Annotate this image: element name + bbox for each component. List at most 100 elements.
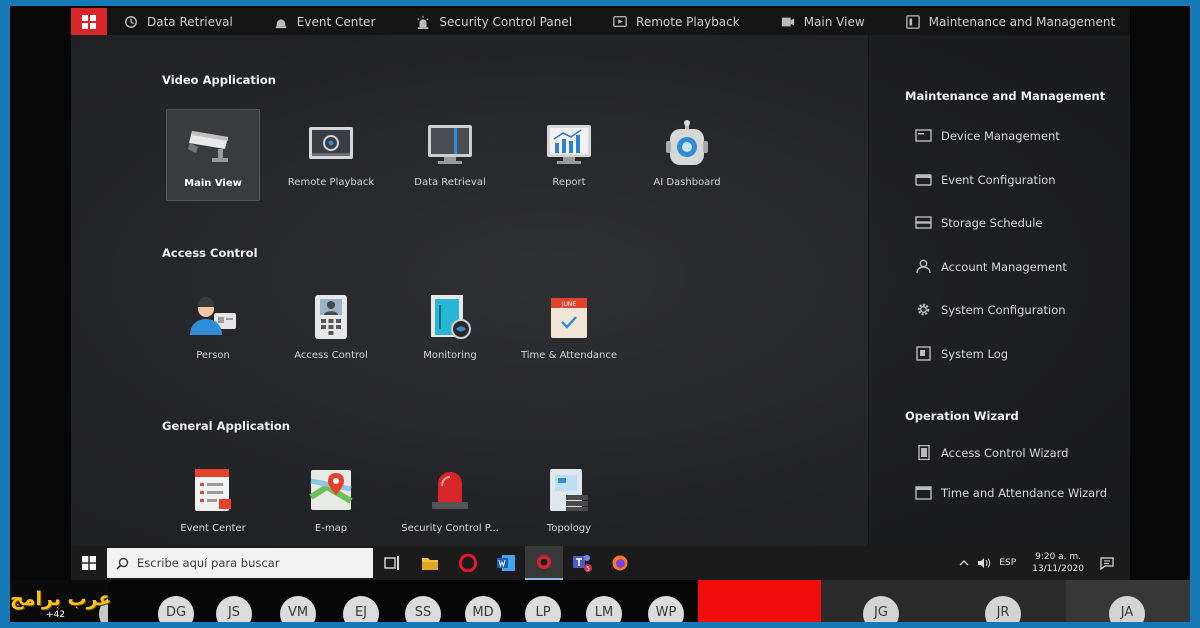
calendar-small-icon	[915, 486, 932, 500]
tile-time-attendance[interactable]: JUNE Time & Attendance	[520, 282, 618, 374]
tile-monitoring[interactable]: Monitoring	[403, 282, 497, 374]
avatar-initials: WP	[655, 605, 677, 620]
speaker-icon[interactable]	[977, 557, 991, 569]
alarm-icon	[275, 18, 287, 28]
menu-item-label: Storage Schedule	[941, 215, 1043, 230]
tile-remote-playback[interactable]: Remote Playback	[284, 109, 378, 201]
taskbar-file-explorer[interactable]	[411, 546, 449, 580]
tile-person[interactable]: Person	[166, 282, 260, 374]
storage-icon	[915, 216, 932, 229]
menu-item-storage-schedule[interactable]: Storage Schedule	[915, 215, 1043, 230]
clock-date: 13/11/2020	[1032, 564, 1084, 574]
tile-ai-dashboard[interactable]: AI Dashboard	[640, 109, 734, 201]
tab-maintenance[interactable]: Maintenance and Management	[905, 14, 1115, 29]
tab-event-center[interactable]: Event Center	[273, 15, 375, 29]
menu-item-label: Account Management	[941, 259, 1067, 274]
taskbar-firefox[interactable]	[601, 546, 639, 580]
calendar-month-text: JUNE	[561, 301, 577, 308]
os-taskbar: Escribe aquí para buscar 5 ESP 9:20 a. m…	[71, 546, 1130, 580]
tile-label: Event Center	[180, 523, 246, 534]
tab-data-retrieval[interactable]: Data Retrieval	[123, 15, 233, 29]
app-window: Data Retrieval Event Center Security Con…	[71, 8, 1130, 546]
tile-topology[interactable]: Topology	[522, 455, 616, 546]
map-pin-icon	[309, 470, 353, 510]
tile-label: Time & Attendance	[520, 350, 618, 361]
menu-item-account-management[interactable]: Account Management	[915, 259, 1067, 274]
avatar-initials: JS	[227, 605, 241, 620]
door-icon	[918, 445, 930, 460]
avatar-initials: MD	[472, 605, 494, 620]
taskbar-opera[interactable]	[449, 546, 487, 580]
avatar-initials: VM	[287, 605, 309, 620]
avatar-initials: SS	[414, 605, 432, 620]
menu-item-system-configuration[interactable]: System Configuration	[915, 302, 1066, 317]
language-indicator[interactable]: ESP	[999, 558, 1016, 568]
alarm-light-icon	[432, 472, 468, 509]
siren-icon	[417, 15, 430, 29]
ivms-icon	[537, 555, 551, 569]
notification-icon[interactable]	[1100, 556, 1114, 570]
event-list-icon	[195, 469, 231, 511]
topology-icon	[550, 469, 588, 511]
tile-security-control-panel[interactable]: Security Control P...	[401, 455, 499, 546]
avatar-initials: JG	[874, 605, 888, 620]
tile-e-map[interactable]: E-map	[284, 455, 378, 546]
taskbar-teams[interactable]: 5	[563, 546, 601, 580]
section-title-access: Access Control	[162, 246, 258, 260]
gear-icon	[917, 303, 930, 316]
maintenance-icon	[905, 14, 920, 29]
taskbar-clock[interactable]: 9:20 a. m. 13/11/2020	[1032, 551, 1084, 575]
tile-event-center[interactable]: Event Center	[166, 455, 260, 546]
taskbar-word[interactable]	[487, 546, 525, 580]
task-view-icon	[384, 556, 399, 570]
participant-overflow-badge[interactable]: +42	[46, 610, 65, 620]
tab-label: Security Control Panel	[439, 14, 573, 29]
menu-item-time-attendance-wizard[interactable]: Time and Attendance Wizard	[915, 485, 1107, 500]
task-view-button[interactable]	[373, 546, 411, 580]
start-button[interactable]	[71, 546, 107, 580]
home-button[interactable]	[71, 8, 107, 35]
menu-item-label: Device Management	[941, 128, 1060, 143]
teams-icon: 5	[573, 555, 592, 573]
menu-item-label: System Log	[941, 346, 1009, 361]
tile-label: Monitoring	[423, 350, 477, 361]
taskbar-search-input[interactable]: Escribe aquí para buscar	[107, 548, 373, 578]
menu-item-device-management[interactable]: Device Management	[915, 128, 1060, 143]
menu-item-label: Event Configuration	[941, 172, 1056, 187]
playback-icon	[613, 15, 627, 27]
tile-label: Person	[196, 350, 230, 361]
tab-label: Remote Playback	[636, 14, 740, 29]
tab-security-control-panel[interactable]: Security Control Panel	[415, 15, 572, 29]
person-card-icon	[190, 297, 236, 335]
opera-icon	[459, 554, 477, 572]
menu-item-label: System Configuration	[941, 302, 1066, 317]
camera-icon	[781, 17, 794, 26]
tile-report[interactable]: Report	[522, 109, 616, 201]
teams-badge: 5	[586, 566, 590, 573]
tile-label: Topology	[546, 523, 592, 534]
tile-data-retrieval[interactable]: Data Retrieval	[403, 109, 497, 201]
event-config-icon	[915, 174, 932, 186]
tab-remote-playback[interactable]: Remote Playback	[612, 15, 740, 29]
speaker-highlight-tile[interactable]	[698, 580, 821, 622]
avatar-initials: EJ	[354, 605, 368, 620]
search-placeholder: Escribe aquí para buscar	[137, 556, 280, 570]
menu-item-access-control-wizard[interactable]: Access Control Wizard	[915, 445, 1068, 460]
calendar-icon: JUNE	[551, 298, 587, 338]
avatar-initials: DG	[165, 605, 187, 620]
avatar-initials: LM	[594, 605, 614, 620]
participant-strip: RC DG JS VM EJ SS MD LP LM WP JG JR JA +…	[10, 580, 1190, 622]
menu-item-event-configuration[interactable]: Event Configuration	[915, 172, 1056, 187]
chevron-up-icon[interactable]	[959, 559, 969, 567]
menu-item-system-log[interactable]: System Log	[915, 346, 1008, 361]
windows-icon	[82, 556, 96, 570]
firefox-icon	[612, 555, 628, 571]
tab-main-view[interactable]: Main View	[780, 15, 865, 29]
tile-label: Report	[552, 177, 586, 188]
device-icon	[915, 129, 932, 142]
taskbar-ivms-active[interactable]	[525, 546, 563, 580]
clock-time: 9:20 a. m.	[1035, 552, 1082, 562]
section-title-general: General Application	[162, 419, 290, 433]
tile-access-control[interactable]: Access Control	[284, 282, 378, 374]
tile-main-view[interactable]: Main View	[166, 109, 260, 201]
